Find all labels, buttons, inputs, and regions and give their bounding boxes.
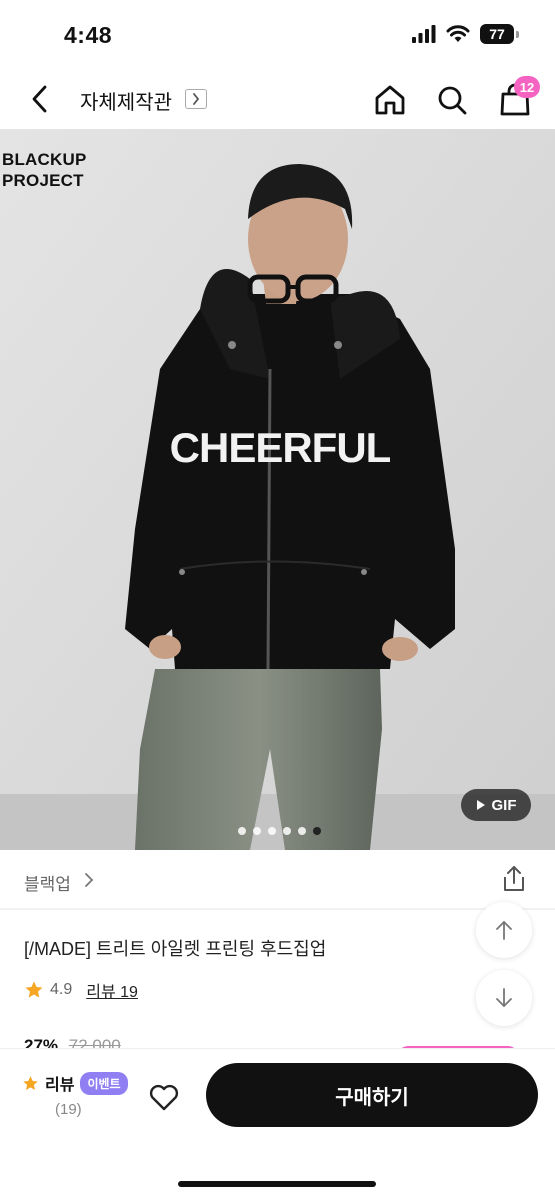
carousel-dot[interactable] <box>283 827 291 835</box>
heart-icon <box>149 1084 179 1111</box>
wifi-icon <box>446 25 470 42</box>
wishlist-button[interactable] <box>146 1079 182 1115</box>
review-count: (19) <box>55 1101 82 1118</box>
brand-logo: BLACKUP PROJECT <box>2 149 87 191</box>
battery-cap <box>516 30 519 38</box>
brand-row: 블랙업 <box>0 850 555 908</box>
home-icon <box>375 85 405 115</box>
chevron-right-icon <box>85 873 94 887</box>
review-link[interactable]: 리뷰 19 <box>86 978 138 1002</box>
carousel-dots <box>238 827 321 835</box>
battery-level: 77 <box>480 24 514 44</box>
play-icon <box>476 800 485 810</box>
back-button[interactable] <box>22 82 56 116</box>
scroll-up-button[interactable] <box>476 902 532 958</box>
nav-bar: 자체제작관 12 <box>0 70 555 128</box>
share-icon <box>504 866 524 891</box>
gif-label: GIF <box>491 796 517 814</box>
product-title: [/MADE] 트리트 아일렛 프린팅 후드집업 <box>24 939 327 959</box>
event-badge: 이벤트 <box>80 1071 128 1095</box>
review-summary[interactable]: 리뷰 이벤트 <box>22 1071 128 1095</box>
brand-link[interactable]: 블랙업 <box>24 870 71 895</box>
home-button[interactable] <box>372 82 408 118</box>
bottom-action-bar: 리뷰 이벤트 (19) 구매하기 <box>0 1048 555 1200</box>
shirt-print-text: CHEERFUL <box>170 424 391 471</box>
arrow-up-icon <box>496 921 512 940</box>
product-image[interactable]: CHEERFUL BLACKUP PROJECT GIF <box>0 129 555 850</box>
carousel-dot-active[interactable] <box>313 827 321 835</box>
chevron-right-box-icon[interactable] <box>185 89 207 109</box>
rating-row: 4.9 리뷰 19 <box>24 978 138 1002</box>
cart-count-badge: 12 <box>514 76 540 98</box>
review-label: 리뷰 <box>45 1077 75 1094</box>
carousel-dot[interactable] <box>298 827 306 835</box>
brand-logo-line1: BLACKUP <box>2 150 87 169</box>
carousel-dot[interactable] <box>253 827 261 835</box>
back-arrow-icon <box>32 85 47 113</box>
product-photo: CHEERFUL <box>0 129 555 850</box>
scroll-down-button[interactable] <box>476 970 532 1026</box>
status-time: 4:48 <box>64 22 113 48</box>
page-title[interactable]: 자체제작관 <box>80 86 172 115</box>
brand-logo-line2: PROJECT <box>2 171 84 190</box>
battery-icon: 77 <box>480 24 519 44</box>
gif-play-button[interactable]: GIF <box>461 789 531 821</box>
home-indicator <box>178 1181 376 1187</box>
status-bar: 4:48 77 <box>0 0 555 70</box>
star-icon <box>25 981 43 998</box>
share-button[interactable] <box>499 864 529 894</box>
search-button[interactable] <box>434 82 470 118</box>
divider <box>0 908 555 910</box>
cellular-signal-icon <box>412 25 436 43</box>
star-icon <box>23 1075 38 1090</box>
carousel-dot[interactable] <box>268 827 276 835</box>
buy-button[interactable]: 구매하기 <box>206 1063 538 1127</box>
arrow-down-icon <box>496 988 512 1007</box>
rating-value: 4.9 <box>50 981 73 998</box>
carousel-dot[interactable] <box>238 827 246 835</box>
search-icon <box>438 86 467 115</box>
status-icons: 77 <box>412 24 519 44</box>
